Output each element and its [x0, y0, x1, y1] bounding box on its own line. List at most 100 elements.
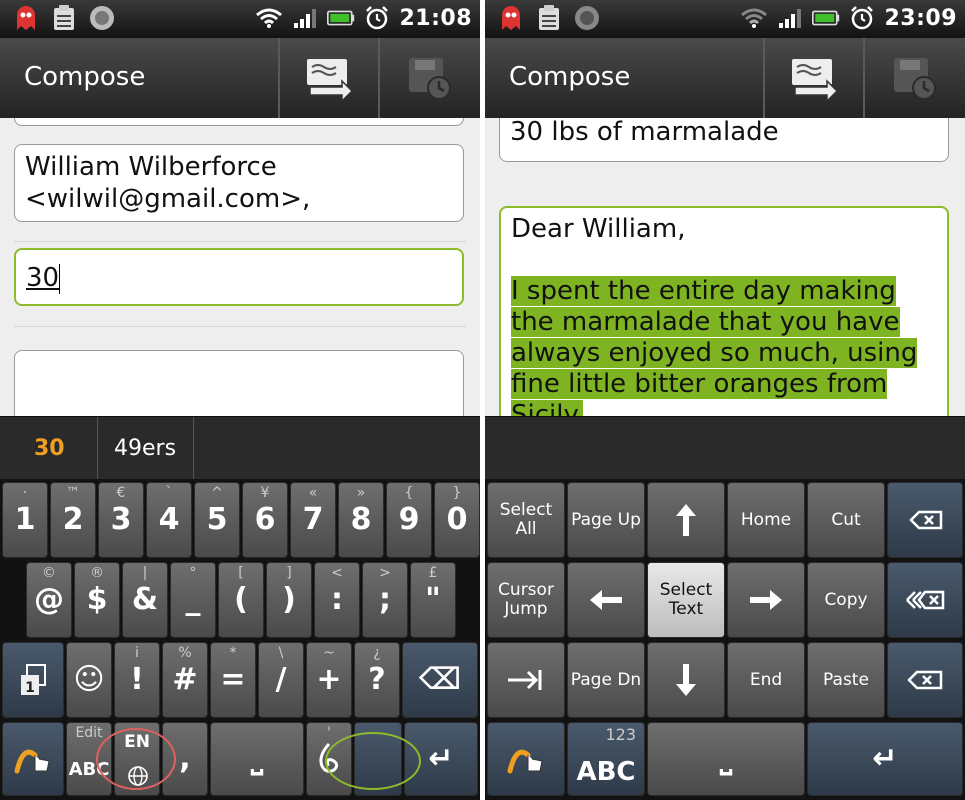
annotation-circle — [96, 728, 176, 790]
page-down-button[interactable]: Page Dn — [567, 642, 645, 718]
to-field-value: William Wilberforce <wilwil@gmail.com>, — [25, 152, 311, 214]
suggestion-item[interactable]: 30 — [34, 417, 65, 480]
battery-icon — [327, 4, 355, 32]
field-divider — [14, 241, 466, 242]
swype-button[interactable] — [2, 722, 64, 796]
key-alt-label: < — [331, 565, 343, 581]
symbol-key[interactable]: [( — [218, 562, 264, 638]
select-text-button[interactable]: Select Text — [647, 562, 725, 638]
key-alt-label: » — [356, 485, 366, 501]
symbol-key[interactable]: * = — [210, 642, 256, 718]
save-draft-button[interactable] — [863, 38, 963, 118]
suggestion-item[interactable]: 49ers — [114, 417, 176, 480]
key-label: 9 — [398, 502, 420, 537]
swype-icon — [14, 749, 50, 774]
key-4[interactable]: ^ 5 — [194, 482, 240, 558]
swype-button[interactable] — [487, 722, 565, 796]
space-key[interactable]: ⎵ — [647, 722, 805, 796]
cursor-right-button[interactable] — [727, 562, 805, 638]
subject-field[interactable]: 30 — [14, 248, 464, 306]
cursor-jump-button[interactable]: Cursor Jump — [487, 562, 565, 638]
select-text-button-label: Select Text — [659, 580, 713, 619]
home-button[interactable]: Home — [727, 482, 805, 558]
key-label: = — [220, 662, 246, 697]
cursor-left-button[interactable] — [567, 562, 645, 638]
cursor-up-button[interactable] — [647, 482, 725, 558]
delete-forward-button[interactable] — [887, 482, 963, 558]
emoji-key[interactable]: ☺ — [66, 642, 112, 718]
key-label: ? — [368, 662, 386, 697]
subject-field-value: 30 lbs of marmalade — [510, 118, 779, 147]
text-cursor — [59, 263, 61, 294]
symbol-key[interactable]: % # — [162, 642, 208, 718]
key-6[interactable]: «7 — [290, 482, 336, 558]
key-label: 3 — [110, 502, 132, 537]
symbol-key[interactable]: ¿? — [354, 642, 400, 718]
key-8[interactable]: {9 — [386, 482, 432, 558]
select-all-button[interactable]: Select All — [487, 482, 565, 558]
edit-keyboard: Select All Page Up Home Cut Cursor Jump Selec… — [485, 479, 965, 800]
send-button[interactable] — [278, 38, 378, 118]
key-0[interactable]: · 1 — [2, 482, 48, 558]
key-alt-label: } — [452, 485, 462, 501]
end-button[interactable]: End — [727, 642, 805, 718]
delete-word-button[interactable] — [887, 562, 963, 638]
backspace-key[interactable]: ⌫ — [402, 642, 478, 718]
body-blank-line — [511, 245, 937, 276]
key-2[interactable]: €3 — [98, 482, 144, 558]
symbol-key[interactable]: >; — [362, 562, 408, 638]
svg-text:1: 1 — [25, 680, 35, 696]
space-key[interactable]: ⎵ — [210, 722, 304, 796]
tab-button[interactable] — [487, 642, 565, 718]
copy-button[interactable]: Copy — [807, 562, 885, 638]
symbol-key[interactable]: ° _ — [170, 562, 216, 638]
symbol-key[interactable]: | & — [122, 562, 168, 638]
cursor-down-button[interactable] — [647, 642, 725, 718]
key-alt-label: © — [42, 565, 56, 581]
enter-key[interactable]: ↵ — [807, 722, 963, 796]
cut-button[interactable]: Cut — [807, 482, 885, 558]
right-screenshot: 23:09 Compose 30 lbs of marmalade Dear W… — [485, 0, 965, 800]
symbol-key[interactable]: £ " — [410, 562, 456, 638]
paste-button[interactable]: Paste — [807, 642, 885, 718]
save-draft-icon — [409, 58, 451, 100]
symbol-key[interactable]: ]) — [266, 562, 312, 638]
status-bar: 23:09 — [485, 0, 965, 38]
subject-field-value: 30 — [26, 263, 60, 293]
symbols-keyboard: · 1 ™ 2 €3 ` 4 ^ 5 ¥6 «7» 8{9} 0 © @ ® $ | & ° _[(]) <: >; £ " 1 ☺… — [0, 479, 480, 800]
symbol-key[interactable]: © @ — [26, 562, 72, 638]
symbol-key[interactable]: <: — [314, 562, 360, 638]
key-label: $ — [86, 582, 108, 617]
key-5[interactable]: ¥6 — [242, 482, 288, 558]
key-alt-label: £ — [428, 565, 438, 581]
body-field[interactable] — [14, 350, 464, 416]
symbols-page-button[interactable]: 1 — [2, 642, 64, 718]
ghost-notification-icon — [12, 4, 40, 32]
backspace-button[interactable] — [887, 642, 963, 718]
alarm-icon — [848, 4, 876, 32]
save-draft-button[interactable] — [378, 38, 478, 118]
usb-notification-icon — [88, 4, 116, 32]
symbol-key[interactable]: ® $ — [74, 562, 120, 638]
key-label: 0 — [446, 502, 468, 537]
wifi-icon — [255, 4, 283, 32]
key-7[interactable]: » 8 — [338, 482, 384, 558]
key-1[interactable]: ™ 2 — [50, 482, 96, 558]
enter-icon: ↵ — [872, 741, 898, 776]
key-9[interactable]: } 0 — [434, 482, 480, 558]
to-field[interactable]: William Wilberforce <wilwil@gmail.com>, — [14, 144, 464, 222]
body-field[interactable]: Dear William, I spent the entire day mak… — [499, 206, 949, 416]
send-button[interactable] — [763, 38, 863, 118]
abc-key[interactable]: 123 ABC — [567, 722, 645, 796]
key-label: ) — [282, 582, 296, 617]
symbol-key[interactable]: \ / — [258, 642, 304, 718]
symbol-key[interactable]: ~ + — [306, 642, 352, 718]
page-up-button[interactable]: Page Up — [567, 482, 645, 558]
symbol-key[interactable]: i! — [114, 642, 160, 718]
key-3[interactable]: ` 4 — [146, 482, 192, 558]
key-label: : — [331, 582, 343, 617]
paste-button-label: Paste — [823, 669, 869, 690]
previous-field[interactable] — [14, 118, 464, 126]
subject-field[interactable]: 30 lbs of marmalade — [499, 118, 949, 162]
key-label: " — [425, 582, 441, 617]
